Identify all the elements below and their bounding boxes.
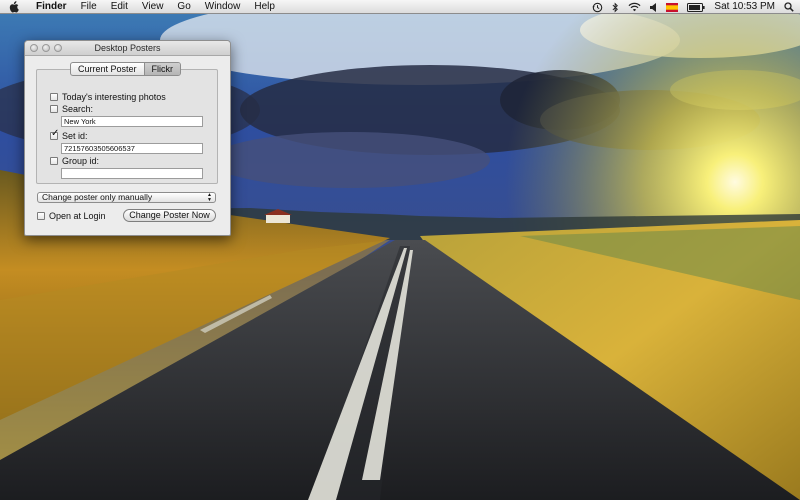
- checkmark-icon: ✓: [51, 128, 60, 139]
- menu-app-finder[interactable]: Finder: [29, 0, 74, 14]
- desktop: Finder File Edit View Go Window Help Sat…: [0, 0, 800, 500]
- time-machine-icon[interactable]: [592, 0, 603, 14]
- search-label: Search:: [62, 104, 94, 114]
- desktop-posters-window: Desktop Posters Current Poster Flickr To…: [24, 40, 231, 236]
- menu-bar-left: Finder File Edit View Go Window Help: [0, 0, 282, 14]
- open-at-login-label: Open at Login: [49, 211, 106, 221]
- set-id-row: ✓ Set id:: [50, 128, 88, 141]
- menu-help[interactable]: Help: [247, 0, 282, 14]
- tab-selector: Current Poster Flickr: [70, 62, 182, 76]
- search-row: Search:: [50, 104, 93, 114]
- group-id-input[interactable]: [61, 168, 203, 179]
- group-id-checkbox[interactable]: [50, 157, 58, 165]
- open-at-login-checkbox[interactable]: [37, 212, 45, 220]
- menu-bar-status: Sat 10:53 PM: [592, 0, 794, 14]
- volume-icon[interactable]: [650, 0, 657, 14]
- spotlight-icon[interactable]: [784, 0, 794, 14]
- set-id-input[interactable]: [61, 143, 203, 154]
- set-id-label: Set id:: [62, 131, 88, 141]
- wifi-icon[interactable]: [628, 0, 641, 14]
- popup-arrows-icon: ▲ ▼: [207, 192, 212, 203]
- search-checkbox[interactable]: [50, 105, 58, 113]
- tab-current-poster[interactable]: Current Poster: [71, 63, 144, 75]
- menu-bar-clock[interactable]: Sat 10:53 PM: [714, 0, 775, 14]
- menu-file[interactable]: File: [74, 0, 104, 14]
- open-at-login-row: Open at Login: [37, 211, 106, 221]
- input-source-flag-icon[interactable]: [666, 0, 679, 14]
- window-titlebar[interactable]: Desktop Posters: [25, 41, 230, 56]
- search-input[interactable]: [61, 116, 203, 127]
- group-id-row: Group id:: [50, 156, 99, 166]
- group-id-label: Group id:: [62, 156, 100, 166]
- menu-go[interactable]: Go: [170, 0, 197, 14]
- apple-logo-icon[interactable]: [8, 0, 20, 13]
- tab-flickr[interactable]: Flickr: [143, 63, 181, 75]
- set-id-checkbox[interactable]: ✓: [50, 128, 60, 140]
- poster-mode-value: Change poster only manually: [42, 192, 153, 202]
- menu-window[interactable]: Window: [198, 0, 248, 14]
- flickr-tab-panel: Today's interesting photos Search: ✓ Set…: [36, 69, 218, 184]
- menu-view[interactable]: View: [135, 0, 171, 14]
- interesting-photos-label: Today's interesting photos: [62, 92, 166, 102]
- interesting-photos-row: Today's interesting photos: [50, 92, 166, 102]
- menu-bar: Finder File Edit View Go Window Help Sat…: [0, 0, 800, 14]
- change-poster-now-button[interactable]: Change Poster Now: [123, 209, 216, 222]
- bluetooth-icon[interactable]: [612, 0, 619, 14]
- battery-icon[interactable]: [687, 0, 706, 14]
- interesting-photos-checkbox[interactable]: [50, 93, 58, 101]
- window-title: Desktop Posters: [94, 43, 161, 53]
- poster-mode-popup[interactable]: Change poster only manually ▲ ▼: [37, 192, 216, 203]
- menu-edit[interactable]: Edit: [104, 0, 135, 14]
